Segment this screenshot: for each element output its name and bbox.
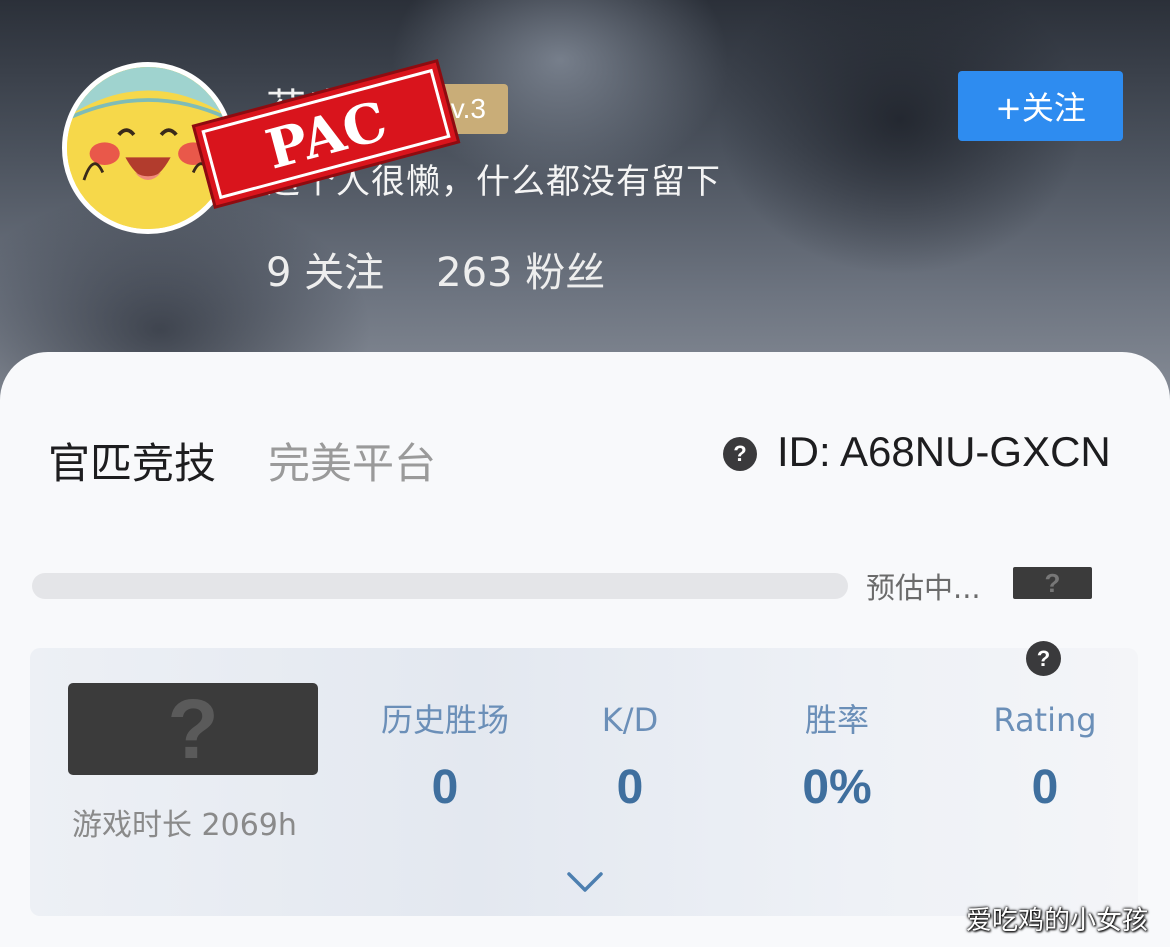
follow-button[interactable]: +关注 [958,71,1123,141]
stat-value: 0 [1031,761,1059,814]
following-count: 9 [266,250,292,296]
following-label: 关注 [304,250,385,296]
rating-help-icon[interactable]: ? [1026,641,1061,676]
rank-badge-small: ? [1013,567,1092,599]
following-stat[interactable]: 9 关注 [266,240,384,298]
stat-label: K/D [601,701,659,739]
tab-perfect-platform[interactable]: 完美平台 [268,430,436,491]
social-stats: 9 关注 263 粉丝 [266,240,605,298]
playtime-text: 游戏时长 2069h [72,808,297,843]
followers-stat[interactable]: 263 粉丝 [436,240,605,298]
stat-win-rate: 胜率 0% [737,698,937,815]
stat-value: 0 [616,761,644,814]
stat-rating: Rating 0 [945,698,1145,815]
rank-unknown-icon: ? [167,682,219,776]
rank-badge-large: ? [68,683,318,775]
stat-label: 胜率 [804,701,869,739]
tab-official-match[interactable]: 官匹竞技 [48,430,216,491]
chevron-down-icon[interactable] [566,870,604,894]
stat-label: 历史胜场 [380,701,509,739]
followers-label: 粉丝 [525,250,606,296]
stat-value: 0% [802,761,872,814]
player-id: ID: A68NU-GXCN [777,428,1111,475]
stat-wins: 历史胜场 0 [345,698,545,815]
rank-progress-bar [32,573,848,599]
stat-value: 0 [431,761,459,814]
followers-count: 263 [436,250,513,296]
watermark-text: 爱吃鸡的小女孩 [966,906,1149,936]
rank-estimating-text: 预估中... [866,571,981,605]
id-help-icon[interactable]: ? [723,437,757,471]
stat-kd: K/D 0 [530,698,730,815]
stat-label: Rating [993,701,1097,739]
